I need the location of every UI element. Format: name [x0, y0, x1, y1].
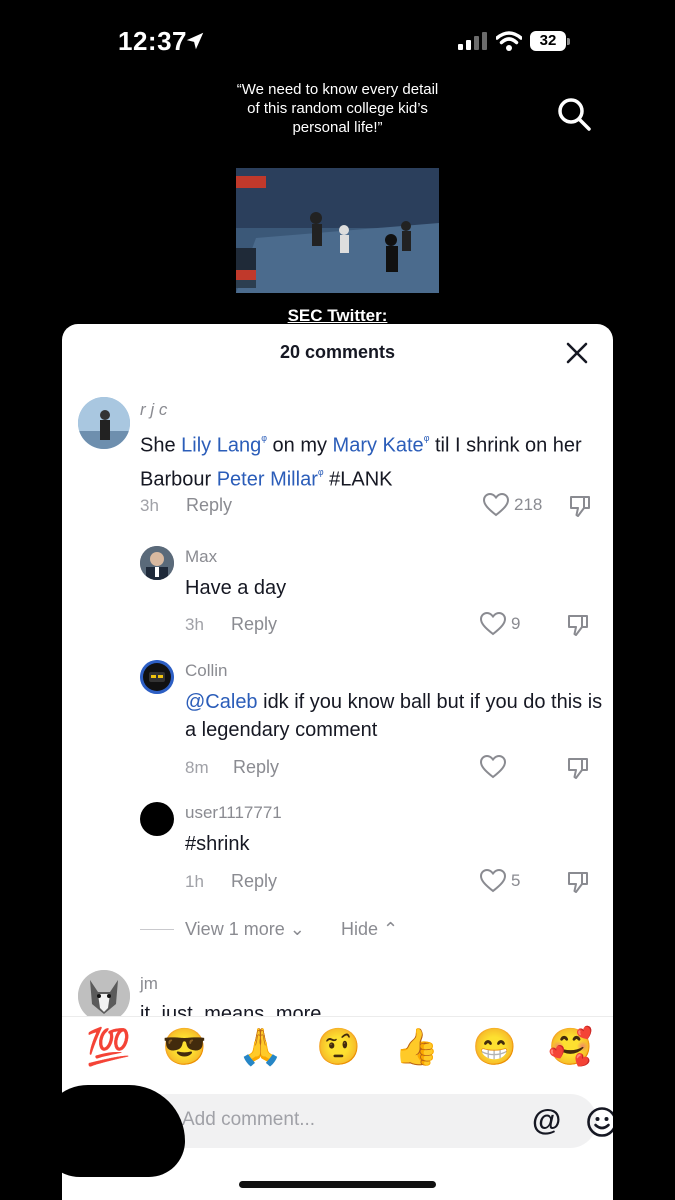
comment-text: #shrink — [185, 833, 250, 855]
avatar-photo — [140, 660, 174, 694]
heart-icon[interactable] — [480, 869, 506, 893]
video-caption-top: “We need to know every detail of this ra… — [236, 81, 439, 136]
battery-cap — [567, 38, 570, 45]
emoji-pray-button[interactable]: 🙏 — [238, 1025, 283, 1069]
view-more-label: View 1 more — [185, 919, 285, 939]
comment-input-placeholder: Add comment... — [182, 1109, 316, 1130]
home-indicator — [239, 1181, 436, 1188]
reply-button[interactable]: Reply — [186, 495, 232, 516]
emoji-grin-button[interactable]: 😁 — [472, 1025, 517, 1069]
comment-text-part: She — [140, 434, 182, 457]
like-count: 218 — [514, 495, 543, 514]
avatar[interactable] — [140, 802, 174, 836]
hide-label: Hide — [341, 919, 379, 939]
video-thumbnail[interactable] — [236, 168, 439, 293]
chevron-up-icon: ⌃ — [383, 919, 399, 939]
search-link-lily-lang[interactable]: Lily Lang — [181, 435, 261, 457]
wifi-icon — [496, 31, 522, 51]
like-count: 5 — [511, 871, 521, 890]
status-time: 12:37 — [118, 26, 187, 56]
comment-time: 1h — [185, 872, 204, 891]
mention-link[interactable]: @Caleb — [185, 691, 258, 713]
comments-count-header: 20 comments — [279, 342, 396, 362]
comment-username[interactable]: Max — [185, 547, 217, 567]
comment-text: @Caleb idk if you know ball but if you d… — [185, 688, 605, 744]
battery-indicator: 32 — [530, 31, 566, 51]
emoji-raised-eyebrow-button[interactable]: 🤨 — [316, 1025, 361, 1069]
status-bar: 12:37 32 — [0, 0, 675, 80]
avatar-photo — [78, 397, 130, 449]
search-link-peter-millar[interactable]: Peter Millar — [217, 468, 318, 490]
thread-divider — [140, 929, 174, 930]
close-icon[interactable] — [566, 342, 588, 364]
comment-time: 8m — [185, 758, 209, 777]
dislike-icon[interactable] — [568, 494, 592, 518]
chevron-down-icon: ⌄ — [289, 919, 305, 939]
comment-text: Have a day — [185, 577, 287, 599]
avatar[interactable] — [78, 397, 130, 449]
comment-username[interactable]: r j c — [140, 400, 167, 420]
like-count: 9 — [511, 614, 521, 633]
mention-at-icon[interactable]: @ — [532, 1104, 561, 1138]
reply-button[interactable]: Reply — [231, 614, 277, 635]
comment-username[interactable]: Collin — [185, 661, 228, 681]
comments-sheet: 20 comments r j c She Lily Langᵠ on my M… — [62, 324, 613, 1200]
comment-text-part: on my — [266, 434, 333, 457]
search-icon[interactable] — [556, 96, 592, 132]
dislike-icon[interactable] — [566, 613, 590, 637]
emoji-thumbs-up-button[interactable]: 👍 — [394, 1025, 439, 1069]
cellular-signal-icon — [458, 32, 487, 50]
avatar[interactable] — [140, 660, 174, 694]
avatar[interactable] — [140, 546, 174, 580]
hide-replies-button[interactable]: Hide ⌃ — [341, 919, 398, 940]
reply-button[interactable]: Reply — [231, 871, 277, 892]
emoji-quick-bar: 💯 😎 🙏 🤨 👍 😁 🥰 — [62, 1016, 613, 1087]
emoji-picker-icon[interactable] — [586, 1106, 613, 1138]
heart-icon[interactable] — [480, 612, 506, 636]
comment-text: She Lily Langᵠ on my Mary Kateᵠ til I sh… — [140, 426, 600, 493]
location-arrow-icon — [186, 32, 204, 50]
heart-icon[interactable] — [483, 493, 509, 517]
avatar-photo — [78, 970, 130, 1022]
avatar[interactable] — [78, 970, 130, 1022]
comment-time: 3h — [140, 496, 159, 515]
heart-icon[interactable] — [480, 755, 506, 779]
redaction-mark — [40, 1085, 185, 1177]
emoji-sunglasses-button[interactable]: 😎 — [162, 1025, 207, 1069]
video-caption-bottom: SEC Twitter: — [287, 306, 388, 325]
dislike-icon[interactable] — [566, 756, 590, 780]
comment-text-part: #LANK — [323, 468, 393, 491]
emoji-smiling-hearts-button[interactable]: 🥰 — [548, 1025, 593, 1069]
comment-username[interactable]: jm — [140, 974, 158, 994]
dislike-icon[interactable] — [566, 870, 590, 894]
reply-button[interactable]: Reply — [233, 757, 279, 778]
emoji-100-button[interactable]: 💯 — [86, 1025, 131, 1069]
view-more-replies-button[interactable]: View 1 more ⌄ — [185, 919, 305, 940]
search-link-mary-kate[interactable]: Mary Kate — [333, 435, 424, 457]
avatar-photo — [140, 546, 174, 580]
basketball-court-image — [236, 168, 439, 293]
comment-time: 3h — [185, 615, 204, 634]
comment-username[interactable]: user1117771 — [185, 803, 282, 823]
